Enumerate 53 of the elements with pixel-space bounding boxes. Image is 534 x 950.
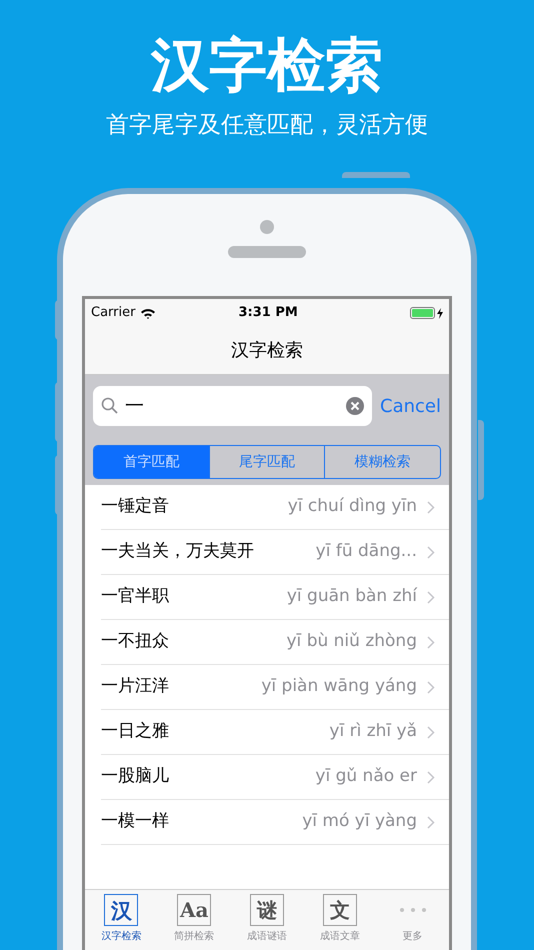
carrier-label: Carrier xyxy=(91,304,136,322)
glyph-icon: 汉 xyxy=(104,894,138,926)
idiom-text: 一模一样 xyxy=(101,810,169,834)
list-row[interactable]: 一股脑儿 yī gǔ nǎo er xyxy=(101,755,449,800)
list-row[interactable]: 一夫当关，万夫莫开 yī fū dāng... xyxy=(101,530,449,575)
tab-bar-item[interactable]: Aa 简拼检索 xyxy=(158,890,231,950)
list-row[interactable]: 一锤定音 yī chuí dìng yīn xyxy=(101,485,449,530)
tagline: 首字尾字及任意匹配，灵活方便 xyxy=(106,111,428,140)
pinyin-text: yī chuí dìng yīn xyxy=(286,495,417,518)
list-row[interactable]: 一日之雅 yī rì zhī yǎ xyxy=(101,710,449,755)
idiom-text: 一股脑儿 xyxy=(101,765,169,788)
idiom-text: 一官半职 xyxy=(101,585,169,608)
pinyin-text: yī guān bàn zhí xyxy=(286,585,417,608)
status-time: 3:31 PM xyxy=(238,304,298,322)
chevron-icon xyxy=(427,590,435,604)
chevron-icon xyxy=(427,726,435,738)
chevron-icon xyxy=(427,500,435,514)
chevron-icon xyxy=(427,546,435,558)
phone-camera xyxy=(260,220,274,234)
glyph-icon: 文 xyxy=(322,894,357,926)
chevron-icon xyxy=(427,770,435,784)
pinyin-text: yī mó yī yàng xyxy=(301,810,417,834)
list-row[interactable]: 一不扭众 yī bù niǔ zhòng xyxy=(101,620,449,665)
list-row[interactable]: 一片汪洋 yī piàn wāng yáng xyxy=(101,665,449,710)
chevron-icon xyxy=(427,636,435,648)
pinyin-text: yī gǔ nǎo er xyxy=(314,765,417,788)
search-field[interactable]: 一 xyxy=(93,386,372,426)
idiom-text: 一锤定音 xyxy=(101,495,169,518)
tab-bar-item[interactable]: 谜 成语谜语 xyxy=(230,890,304,950)
idiom-text: 一不扭众 xyxy=(101,630,169,654)
wifi-icon xyxy=(140,308,156,318)
search-icon xyxy=(101,397,119,415)
idiom-text: 一片汪洋 xyxy=(101,675,169,698)
chevron-icon xyxy=(427,816,435,828)
glyph-icon: 谜 xyxy=(250,894,284,926)
clear-icon[interactable] xyxy=(346,397,364,415)
idiom-text: 一日之雅 xyxy=(101,720,169,744)
pinyin-text: yī piàn wāng yáng xyxy=(260,675,417,698)
list-row[interactable]: 一模一样 yī mó yī yàng xyxy=(101,800,449,845)
idiom-text: 一夫当关，万夫莫开 xyxy=(101,540,254,564)
pinyin-text: yī fū dāng... xyxy=(314,540,417,564)
chevron-icon xyxy=(427,680,435,694)
pinyin-text: yī bù niǔ zhòng xyxy=(286,630,417,654)
tab-bar-item[interactable]: 文 成语文章 xyxy=(303,890,376,950)
headline: 汉字检索 xyxy=(151,30,383,100)
charging-icon xyxy=(437,308,443,318)
pinyin-text: yī rì zhī yǎ xyxy=(328,720,417,744)
tab-bar-item[interactable]: 汉 汉字检索 xyxy=(85,890,158,950)
list-row[interactable]: 一官半职 yī guān bàn zhí xyxy=(101,575,449,620)
glyph-icon: Aa xyxy=(177,894,212,926)
battery-icon xyxy=(410,307,435,319)
nav-title: 汉字检索 xyxy=(231,339,303,363)
more-icon xyxy=(400,908,426,912)
